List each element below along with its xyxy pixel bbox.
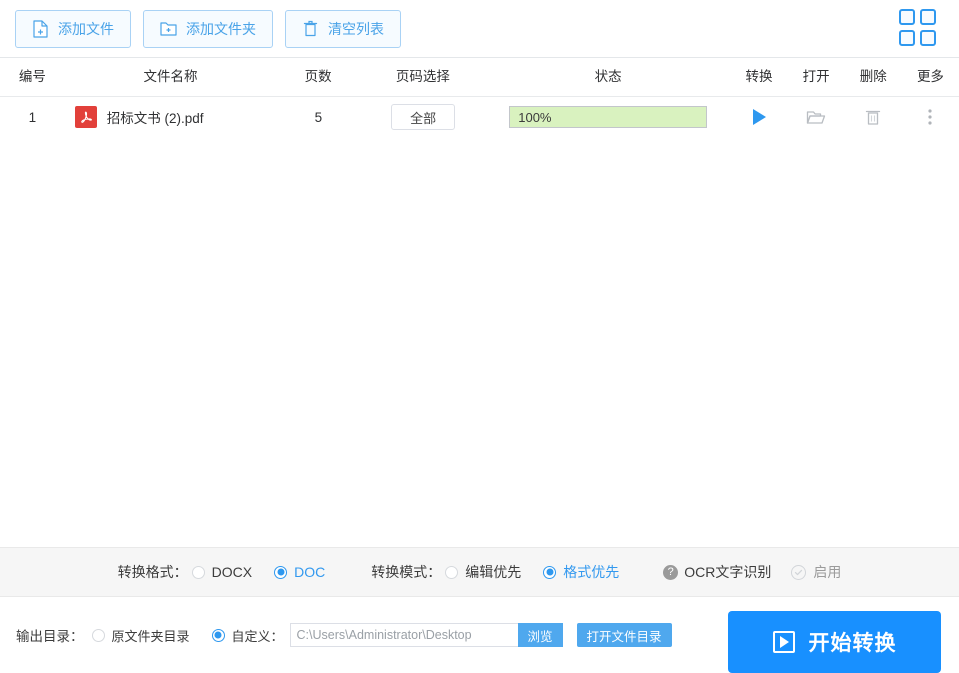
row-page-count: 5 xyxy=(314,109,323,125)
open-output-folder-button[interactable]: 打开文件目录 xyxy=(576,623,672,647)
ocr-enable-checkbox[interactable]: 启用 xyxy=(791,562,841,582)
column-header-open: 打开 xyxy=(788,70,845,84)
format-option-docx[interactable]: DOCX xyxy=(191,564,253,580)
output-label: 输出目录： xyxy=(16,629,84,644)
grid-cell-4 xyxy=(920,30,936,46)
radio-icon xyxy=(274,565,288,579)
output-option-source-folder-label: 原文件夹目录 xyxy=(111,628,190,644)
browse-button[interactable]: 浏览 xyxy=(517,623,563,647)
file-list-header: 编号 文件名称 页数 页码选择 状态 转换 打开 删除 更多 xyxy=(0,58,959,97)
output-path-input[interactable] xyxy=(289,623,518,647)
add-folder-button[interactable]: 添加文件夹 xyxy=(143,9,273,48)
ocr-enable-label: 启用 xyxy=(813,564,842,580)
row-delete-action[interactable] xyxy=(845,97,902,137)
row-index: 1 xyxy=(28,109,37,125)
mode-label: 转换模式： xyxy=(371,564,442,580)
progress-bar: 100% xyxy=(509,106,708,128)
grid-view-icon[interactable] xyxy=(899,9,939,49)
column-header-more: 更多 xyxy=(902,70,959,84)
mode-option-format-first[interactable]: 格式优先 xyxy=(543,562,619,582)
format-label: 转换格式： xyxy=(117,564,188,580)
column-header-name: 文件名称 xyxy=(65,70,276,84)
column-header-delete: 删除 xyxy=(845,70,902,84)
progress-label: 100% xyxy=(518,109,552,125)
play-square-icon xyxy=(772,631,795,653)
mode-option-edit-first[interactable]: 编辑优先 xyxy=(445,562,521,582)
radio-icon xyxy=(211,628,225,642)
radio-icon xyxy=(445,565,459,579)
format-option-docx-label: DOCX xyxy=(211,564,253,580)
toolbar: 添加文件 添加文件夹 清空列表 xyxy=(0,0,959,58)
format-option-doc-label: DOC xyxy=(294,564,326,580)
start-convert-button[interactable]: 开始转换 xyxy=(728,611,941,673)
ocr-label: OCR文字识别 xyxy=(684,564,772,580)
grid-cell-3 xyxy=(899,30,915,46)
grid-cell-1 xyxy=(899,9,915,25)
column-header-pages: 页数 xyxy=(276,70,360,84)
mode-option-edit-first-label: 编辑优先 xyxy=(465,564,522,580)
row-more-action[interactable] xyxy=(902,97,959,137)
column-header-convert: 转换 xyxy=(730,70,787,84)
grid-cell-2 xyxy=(920,9,936,25)
open-folder-icon[interactable] xyxy=(806,108,826,126)
output-option-custom-label: 自定义： xyxy=(231,628,284,644)
table-row[interactable]: 1 招标文书 (2).pdf 5 全部 100% xyxy=(0,97,959,137)
conversion-options-bar: 转换格式： DOCX DOC 转换模式： 编辑优先 格式优先 ? OCR文字识别 xyxy=(0,547,959,597)
file-plus-icon xyxy=(32,19,49,38)
clear-list-button[interactable]: 清空列表 xyxy=(285,9,401,48)
start-convert-label: 开始转换 xyxy=(808,632,897,655)
output-option-source-folder[interactable]: 原文件夹目录 xyxy=(91,626,190,645)
row-status: 100% xyxy=(486,97,731,137)
trash-icon xyxy=(302,19,319,38)
page-range-button[interactable]: 全部 xyxy=(391,104,456,130)
output-option-custom[interactable]: 自定义： xyxy=(211,626,284,645)
add-file-button[interactable]: 添加文件 xyxy=(15,9,131,48)
row-file: 招标文书 (2).pdf xyxy=(65,97,277,137)
output-bar: 输出目录： 原文件夹目录 自定义： 浏览 打开文件目录 开始转换 xyxy=(0,597,959,673)
more-vertical-icon[interactable] xyxy=(927,107,933,127)
file-name: 招标文书 (2).pdf xyxy=(106,111,204,126)
app-window: 添加文件 添加文件夹 清空列表 编号 文件名称 页数 页码选择 状态 转换 打开… xyxy=(0,0,959,673)
radio-icon xyxy=(91,628,105,642)
row-page-range: 全部 xyxy=(360,97,486,137)
row-open-action[interactable] xyxy=(788,97,845,137)
pdf-file-icon xyxy=(74,106,97,128)
trash-icon[interactable] xyxy=(864,107,882,127)
clear-list-label: 清空列表 xyxy=(328,20,384,37)
play-icon[interactable] xyxy=(752,109,766,125)
add-folder-label: 添加文件夹 xyxy=(186,20,256,37)
column-header-status: 状态 xyxy=(486,70,731,84)
output-path-group: 浏览 xyxy=(289,623,563,647)
file-list-body: 1 招标文书 (2).pdf 5 全部 100% xyxy=(0,97,959,547)
check-circle-icon xyxy=(791,564,807,580)
add-file-label: 添加文件 xyxy=(58,20,114,37)
radio-icon xyxy=(543,565,557,579)
column-header-range: 页码选择 xyxy=(360,70,486,84)
format-option-doc[interactable]: DOC xyxy=(274,564,325,580)
file-list: 编号 文件名称 页数 页码选择 状态 转换 打开 删除 更多 1 招标文书 (2… xyxy=(0,58,959,547)
column-header-no: 编号 xyxy=(18,69,46,85)
folder-plus-icon xyxy=(160,19,177,38)
question-mark-icon[interactable]: ? xyxy=(663,564,679,580)
row-convert-action[interactable] xyxy=(731,97,788,137)
radio-icon xyxy=(191,565,205,579)
mode-option-format-first-label: 格式优先 xyxy=(563,564,620,580)
